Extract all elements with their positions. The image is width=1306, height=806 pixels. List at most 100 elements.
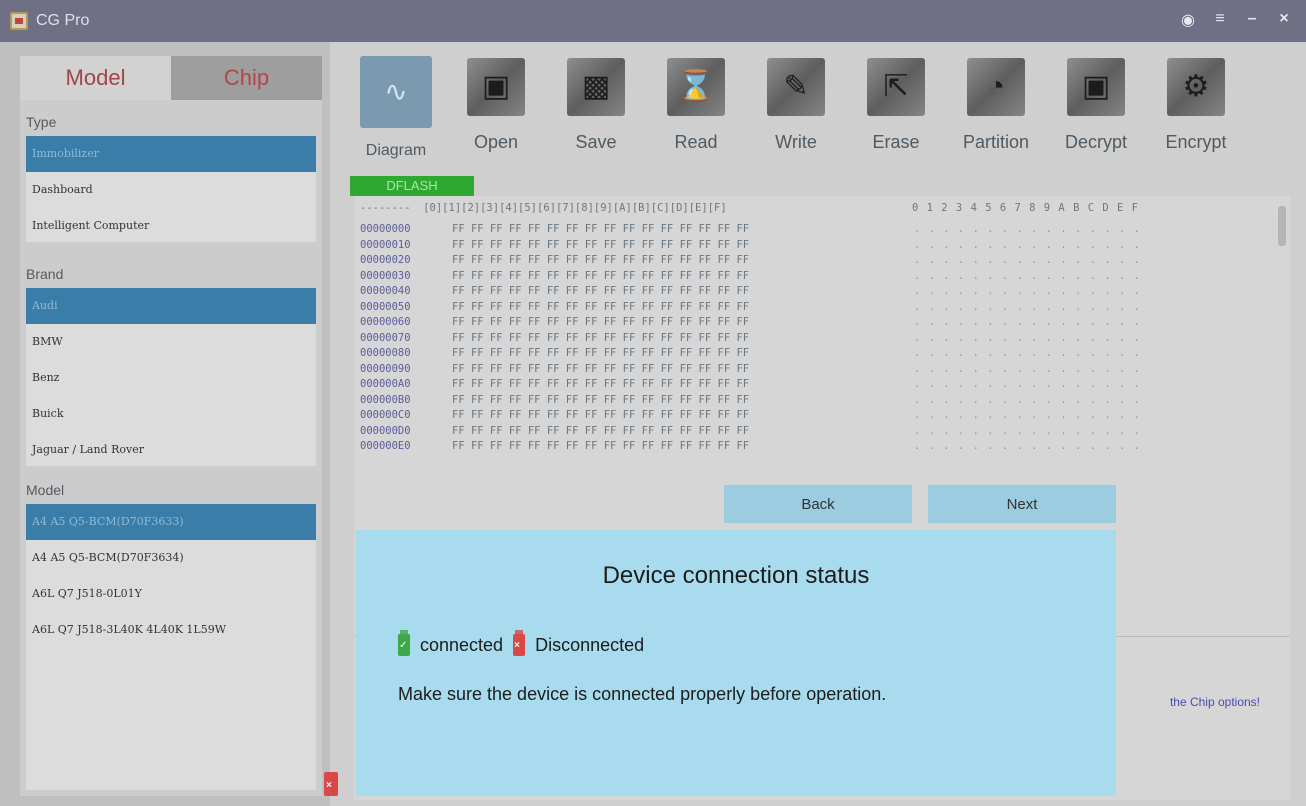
ascii-row: . . . . . . . . . . . . . . . . xyxy=(914,331,1141,344)
close-icon[interactable]: × xyxy=(1276,10,1292,30)
tab-chip[interactable]: Chip xyxy=(171,56,322,100)
list-item[interactable]: Jaguar / Land Rover xyxy=(26,432,316,468)
hex-address: 000000E0 xyxy=(360,440,411,452)
hex-address: 00000020 xyxy=(360,254,411,266)
hex-row: 000000A0 FF FF FF FF FF FF FF FF FF FF FF… xyxy=(360,377,749,393)
hex-bytes: FF FF FF FF FF FF FF FF FF FF FF FF FF F… xyxy=(452,254,750,266)
hex-address: 000000B0 xyxy=(360,393,411,406)
list-item[interactable]: A6L Q7 J518-3L40K 4L40K 1L59W xyxy=(26,612,316,648)
dflash-tab[interactable]: DFLASH xyxy=(350,176,474,196)
hex-row: 000000E0 FF FF FF FF FF FF FF FF FF FF FF… xyxy=(360,439,749,455)
list-item[interactable]: Audi xyxy=(26,288,316,324)
decrypt-button[interactable]: ▣ Decrypt xyxy=(1056,58,1136,153)
list-item[interactable]: A4 A5 Q5-BCM(D70F3633) xyxy=(26,504,316,540)
diagram-button[interactable]: ∿ Diagram xyxy=(356,56,436,160)
pencil-icon: ✎ xyxy=(767,58,825,116)
folder-icon: ▣ xyxy=(467,58,525,116)
user-icon[interactable]: ◉ xyxy=(1180,10,1196,30)
list-item[interactable]: Buick xyxy=(26,396,316,432)
partition-button[interactable]: ◔ Partition xyxy=(956,58,1036,153)
window-controls: ◉ ≡ – × xyxy=(1180,10,1292,30)
encrypt-label: Encrypt xyxy=(1165,132,1227,152)
hex-row: 00000020 FF FF FF FF FF FF FF FF FF FF FF… xyxy=(360,253,749,269)
status-legend: ✓ connected × Disconnected xyxy=(398,630,644,656)
minimize-icon[interactable]: – xyxy=(1244,10,1260,30)
brand-label: Brand xyxy=(26,266,64,282)
list-item[interactable]: Benz xyxy=(26,360,316,396)
lock-icon: ▣ xyxy=(1067,58,1125,116)
partition-label: Partition xyxy=(962,132,1030,152)
read-button[interactable]: ⌛ Read xyxy=(656,58,736,153)
menu-icon[interactable]: ≡ xyxy=(1212,10,1228,30)
app-title: CG Pro xyxy=(36,12,90,29)
hex-scrollbar[interactable] xyxy=(1278,206,1286,246)
ascii-row: . . . . . . . . . . . . . . . . xyxy=(914,269,1141,282)
hex-address: 00000070 xyxy=(360,331,411,344)
list-item[interactable]: Dashboard xyxy=(26,172,316,208)
ascii-row: . . . . . . . . . . . . . . . . xyxy=(914,223,1141,235)
list-item[interactable]: Immobilizer xyxy=(26,136,316,172)
hex-row: 00000000 FF FF FF FF FF FF FF FF FF FF FF… xyxy=(360,222,749,238)
left-panel: Model Chip Type Immobilizer Dashboard In… xyxy=(0,42,330,806)
write-button[interactable]: ✎ Write xyxy=(756,58,836,153)
usb-connected-icon: ✓ xyxy=(398,630,410,656)
ascii-row: . . . . . . . . . . . . . . . . xyxy=(914,316,1141,328)
app-logo-icon xyxy=(10,12,28,30)
list-item[interactable]: A6L Q7 J518-0L01Y xyxy=(26,576,316,612)
hex-row: 00000040 FF FF FF FF FF FF FF FF FF FF FF… xyxy=(360,284,749,300)
model-label: Model xyxy=(26,482,65,498)
hex-bytes: FF FF FF FF FF FF FF FF FF FF FF FF FF F… xyxy=(452,378,750,390)
hex-bytes: FF FF FF FF FF FF FF FF FF FF FF FF FF F… xyxy=(452,300,750,313)
hint-text: the Chip options! xyxy=(1169,695,1260,709)
back-button[interactable]: Back xyxy=(724,485,912,523)
write-label: Write xyxy=(775,132,817,152)
decrypt-label: Decrypt xyxy=(1064,132,1127,152)
dialog-message: Make sure the device is connected proper… xyxy=(398,684,887,704)
hex-rows: 00000000 FF FF FF FF FF FF FF FF FF FF FF… xyxy=(360,222,749,455)
hex-row: 000000D0 FF FF FF FF FF FF FF FF FF FF FF… xyxy=(360,424,749,440)
hex-bytes: FF FF FF FF FF FF FF FF FF FF FF FF FF F… xyxy=(452,362,750,375)
ascii-row: . . . . . . . . . . . . . . . . xyxy=(914,393,1141,406)
hex-row: 000000C0 FF FF FF FF FF FF FF FF FF FF FF… xyxy=(360,408,749,424)
hex-address: 00000090 xyxy=(360,362,411,375)
hex-address: 000000A0 xyxy=(360,378,411,390)
ascii-column-header: 0 1 2 3 4 5 6 7 8 9 A B C D E F xyxy=(912,202,1139,214)
list-item[interactable]: BMW xyxy=(26,324,316,360)
usb-disconnected-icon: × xyxy=(513,630,526,656)
brand-list: Audi BMW Benz Buick Jaguar / Land Rover xyxy=(26,288,316,468)
hex-address: 00000040 xyxy=(360,285,411,297)
hex-bytes: FF FF FF FF FF FF FF FF FF FF FF FF FF F… xyxy=(452,223,750,235)
ascii-row: . . . . . . . . . . . . . . . . xyxy=(914,300,1141,313)
encrypt-button[interactable]: ⚙ Encrypt xyxy=(1156,58,1236,153)
hex-bytes: FF FF FF FF FF FF FF FF FF FF FF FF FF F… xyxy=(452,285,750,297)
hex-row: 000000B0 FF FF FF FF FF FF FF FF FF FF FF… xyxy=(360,393,749,409)
eraser-icon: ⇱ xyxy=(867,58,925,116)
type-list: Immobilizer Dashboard Intelligent Comput… xyxy=(26,136,316,244)
hex-row: 00000010 FF FF FF FF FF FF FF FF FF FF FF… xyxy=(360,238,749,254)
read-label: Read xyxy=(674,132,718,152)
hex-bytes: FF FF FF FF FF FF FF FF FF FF FF FF FF F… xyxy=(452,440,750,452)
save-label: Save xyxy=(575,132,617,152)
device-status-dialog: Device connection status ✓ connected × D… xyxy=(356,530,1116,796)
list-item[interactable]: Intelligent Computer xyxy=(26,208,316,244)
hex-address: 00000030 xyxy=(360,269,411,282)
tab-model[interactable]: Model xyxy=(20,56,171,100)
list-item[interactable]: A4 A5 Q5-BCM(D70F3634) xyxy=(26,540,316,576)
hourglass-icon: ⌛ xyxy=(667,58,725,116)
lock-gear-icon: ⚙ xyxy=(1167,58,1225,116)
hex-bytes: FF FF FF FF FF FF FF FF FF FF FF FF FF F… xyxy=(452,331,750,344)
device-status-icon[interactable]: × xyxy=(324,772,338,796)
erase-label: Erase xyxy=(872,132,920,152)
hex-row: 00000070 FF FF FF FF FF FF FF FF FF FF FF… xyxy=(360,331,749,347)
ascii-row: . . . . . . . . . . . . . . . . xyxy=(914,254,1141,266)
save-button[interactable]: ▩ Save xyxy=(556,58,636,153)
hex-bytes: FF FF FF FF FF FF FF FF FF FF FF FF FF F… xyxy=(452,316,750,328)
ascii-row: . . . . . . . . . . . . . . . . xyxy=(914,285,1141,297)
erase-button[interactable]: ⇱ Erase xyxy=(856,58,936,153)
ascii-row: . . . . . . . . . . . . . . . . xyxy=(914,378,1141,390)
next-button[interactable]: Next xyxy=(928,485,1116,523)
ascii-row: . . . . . . . . . . . . . . . . xyxy=(914,409,1141,421)
hex-row: 00000030 FF FF FF FF FF FF FF FF FF FF FF… xyxy=(360,269,749,285)
open-button[interactable]: ▣ Open xyxy=(456,58,536,153)
ascii-row: . . . . . . . . . . . . . . . . xyxy=(914,424,1141,437)
